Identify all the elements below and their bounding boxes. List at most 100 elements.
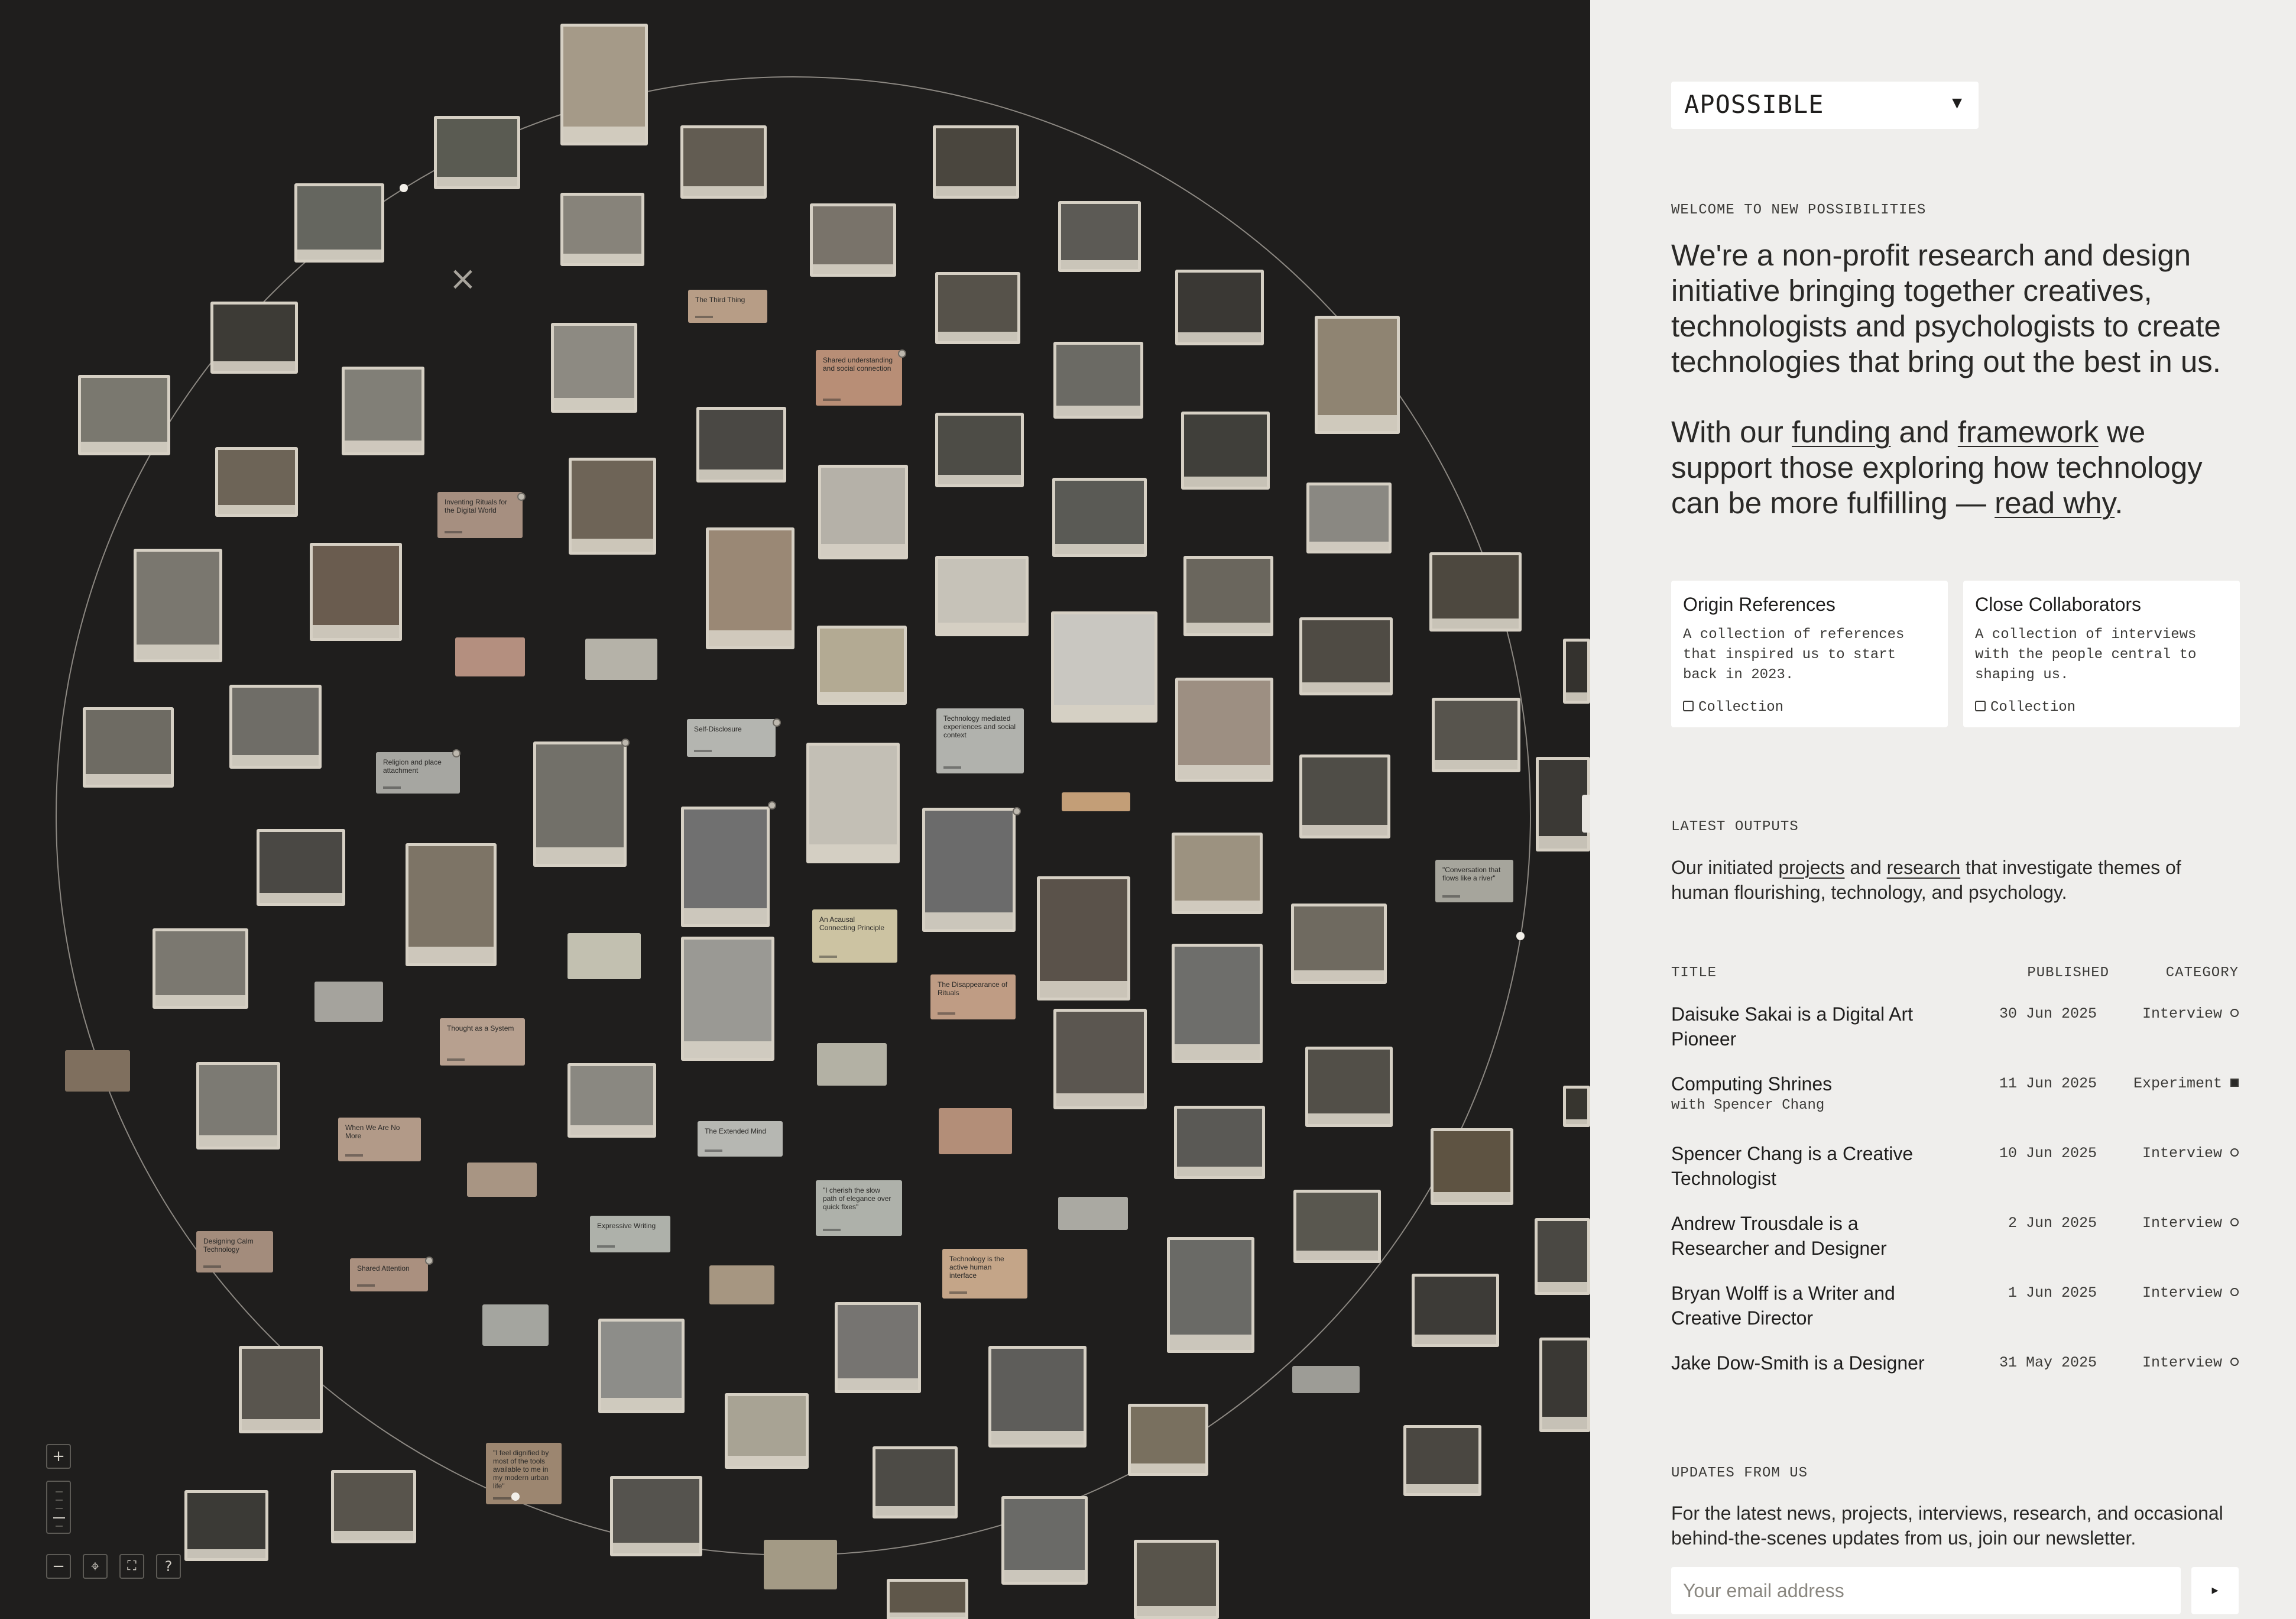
image-card[interactable] (935, 413, 1024, 487)
image-card[interactable] (1175, 270, 1264, 345)
note-card[interactable]: Religion and place attachment (376, 752, 460, 794)
orbit-handle[interactable] (1516, 932, 1525, 940)
sketch-note-card[interactable] (764, 1540, 837, 1589)
collection-card-origin[interactable]: Origin References A collection of refere… (1671, 581, 1948, 727)
image-card[interactable] (1058, 201, 1141, 272)
image-card[interactable] (681, 937, 774, 1061)
image-card[interactable] (560, 24, 648, 145)
sketch-note-card[interactable] (585, 639, 657, 680)
sketch-note-card[interactable] (939, 1108, 1012, 1154)
table-row[interactable]: Bryan Wolff is a Writer and Creative Dir… (1671, 1281, 2239, 1346)
image-card[interactable] (406, 843, 497, 966)
image-card[interactable] (331, 1470, 416, 1543)
image-card[interactable] (533, 741, 627, 867)
sketch-note-card[interactable] (314, 982, 383, 1022)
sketch-note-card[interactable] (709, 1265, 774, 1304)
connection-pin[interactable] (517, 493, 526, 501)
image-card[interactable] (680, 125, 767, 199)
note-card[interactable]: Shared understanding and social connecti… (816, 350, 902, 406)
sketch-note-card[interactable] (455, 637, 525, 676)
fullscreen-icon[interactable]: ⛶ (119, 1554, 144, 1579)
image-card[interactable] (1167, 1237, 1254, 1353)
note-card[interactable]: Thought as a System (440, 1018, 525, 1066)
image-card[interactable] (1001, 1496, 1088, 1585)
image-card[interactable] (551, 323, 637, 413)
image-card[interactable] (153, 928, 248, 1009)
note-card[interactable]: An Acausal Connecting Principle (812, 909, 897, 963)
image-card[interactable] (810, 203, 896, 277)
image-card[interactable] (598, 1319, 685, 1413)
image-card[interactable] (1291, 904, 1387, 984)
connection-pin[interactable] (621, 739, 630, 747)
image-card[interactable] (935, 556, 1029, 636)
image-card[interactable] (1053, 1009, 1147, 1109)
image-card[interactable] (1412, 1274, 1499, 1347)
image-card[interactable] (818, 465, 908, 559)
note-card[interactable]: When We Are No More (338, 1118, 421, 1161)
research-link[interactable]: research (1887, 857, 1961, 878)
note-card[interactable]: The Disappearance of Rituals (930, 974, 1016, 1019)
column-header-category[interactable]: CATEGORY (2120, 965, 2239, 981)
image-card[interactable] (215, 447, 298, 517)
funding-link[interactable]: funding (1792, 415, 1890, 449)
column-header-title[interactable]: TITLE (1671, 965, 1717, 981)
image-card[interactable] (239, 1346, 323, 1433)
image-card[interactable] (1134, 1540, 1219, 1619)
table-row[interactable]: Spencer Chang is a Creative Technologist… (1671, 1141, 2239, 1206)
table-row[interactable]: Daisuke Sakai is a Digital Art Pioneer 30… (1671, 1002, 2239, 1067)
image-card[interactable] (725, 1393, 809, 1469)
sketch-note-card[interactable] (1174, 831, 1263, 908)
image-card[interactable] (817, 626, 907, 705)
connection-pin[interactable] (1013, 807, 1021, 815)
image-card[interactable] (1429, 552, 1522, 632)
image-card[interactable] (1128, 1404, 1208, 1476)
image-card[interactable] (933, 125, 1019, 199)
sketch-note-card[interactable] (1058, 1197, 1128, 1230)
sketch-note-card[interactable] (1292, 1366, 1360, 1393)
site-switcher[interactable]: APOSSIBLE ▼ (1671, 82, 1979, 129)
image-card[interactable] (696, 407, 786, 483)
image-card[interactable] (560, 193, 644, 266)
image-card[interactable] (1172, 944, 1263, 1063)
image-card[interactable] (835, 1302, 921, 1393)
image-card[interactable] (1299, 617, 1393, 695)
image-card[interactable] (310, 543, 402, 641)
table-row[interactable]: Andrew Trousdale is a Researcher and Des… (1671, 1211, 2239, 1276)
image-card[interactable] (134, 549, 222, 662)
note-card[interactable]: Designing Calm Technology (196, 1231, 273, 1272)
image-card[interactable] (610, 1476, 702, 1556)
note-card[interactable]: Expressive Writing (590, 1216, 670, 1252)
image-card[interactable] (567, 1063, 656, 1138)
image-card[interactable] (257, 829, 345, 906)
image-card[interactable] (342, 367, 424, 455)
image-card[interactable] (1432, 698, 1520, 772)
image-card[interactable] (294, 183, 384, 263)
sketch-note-card[interactable] (482, 1304, 549, 1346)
note-card[interactable]: "I feel dignified by most of the tools a… (486, 1443, 562, 1504)
image-card[interactable] (935, 272, 1020, 344)
image-card[interactable] (78, 375, 170, 455)
orbit-handle[interactable] (400, 184, 408, 192)
image-card[interactable] (184, 1490, 268, 1561)
image-card[interactable] (1563, 1086, 1590, 1127)
connection-pin[interactable] (768, 801, 776, 810)
close-icon[interactable]: × (447, 263, 478, 296)
image-card[interactable] (1052, 478, 1147, 557)
image-card[interactable] (1305, 1047, 1393, 1127)
image-card[interactable] (887, 1579, 968, 1619)
image-card[interactable] (1183, 556, 1273, 636)
image-card[interactable] (1053, 342, 1143, 419)
image-card[interactable] (434, 116, 520, 189)
moodboard-canvas[interactable]: The Third Thing Shared understanding and … (0, 0, 1590, 1619)
image-card[interactable] (229, 685, 322, 769)
note-card[interactable]: The Extended Mind (698, 1121, 783, 1157)
image-card[interactable] (210, 302, 298, 374)
connection-pin[interactable] (773, 718, 781, 727)
note-card[interactable]: Technology is the active human interface (942, 1249, 1027, 1299)
image-card[interactable] (569, 458, 656, 555)
image-card[interactable] (1051, 611, 1157, 723)
sketch-note-card[interactable] (1062, 792, 1130, 811)
image-card[interactable] (873, 1446, 958, 1518)
note-card[interactable]: Technology mediated experiences and soci… (936, 708, 1024, 773)
projects-link[interactable]: projects (1778, 857, 1844, 878)
